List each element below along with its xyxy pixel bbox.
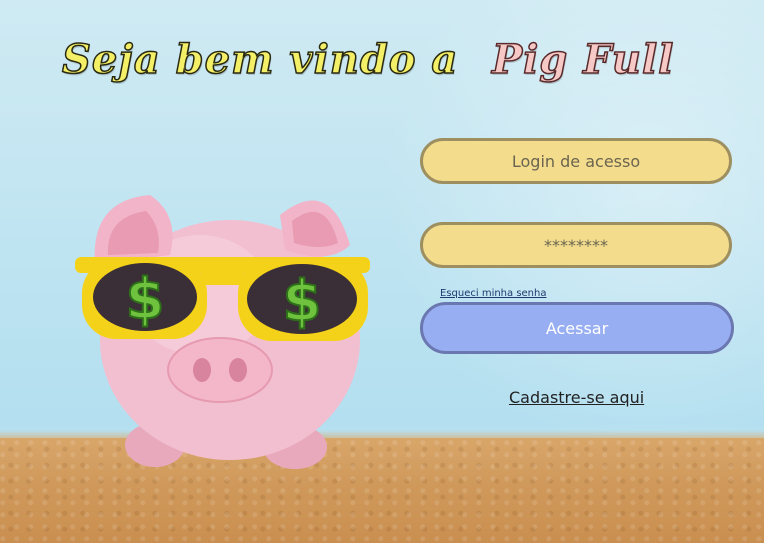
password-input[interactable] <box>420 222 732 268</box>
login-button[interactable]: Acessar <box>420 302 734 354</box>
login-input[interactable] <box>420 138 732 184</box>
signup-link[interactable]: Cadastre-se aqui <box>509 388 644 407</box>
login-page: Seja bem vindo a Pig Full $ $ Esqueci mi… <box>0 0 764 543</box>
piggy-bank-illustration: $ $ <box>75 195 370 469</box>
welcome-title: Seja bem vindo a <box>61 35 459 84</box>
forgot-password-link[interactable]: Esqueci minha senha <box>440 288 547 299</box>
pig-snout <box>167 337 273 403</box>
brand-title: Pig Full <box>491 35 675 84</box>
dollar-icon: $ <box>126 267 165 332</box>
dollar-icon: $ <box>283 269 322 334</box>
